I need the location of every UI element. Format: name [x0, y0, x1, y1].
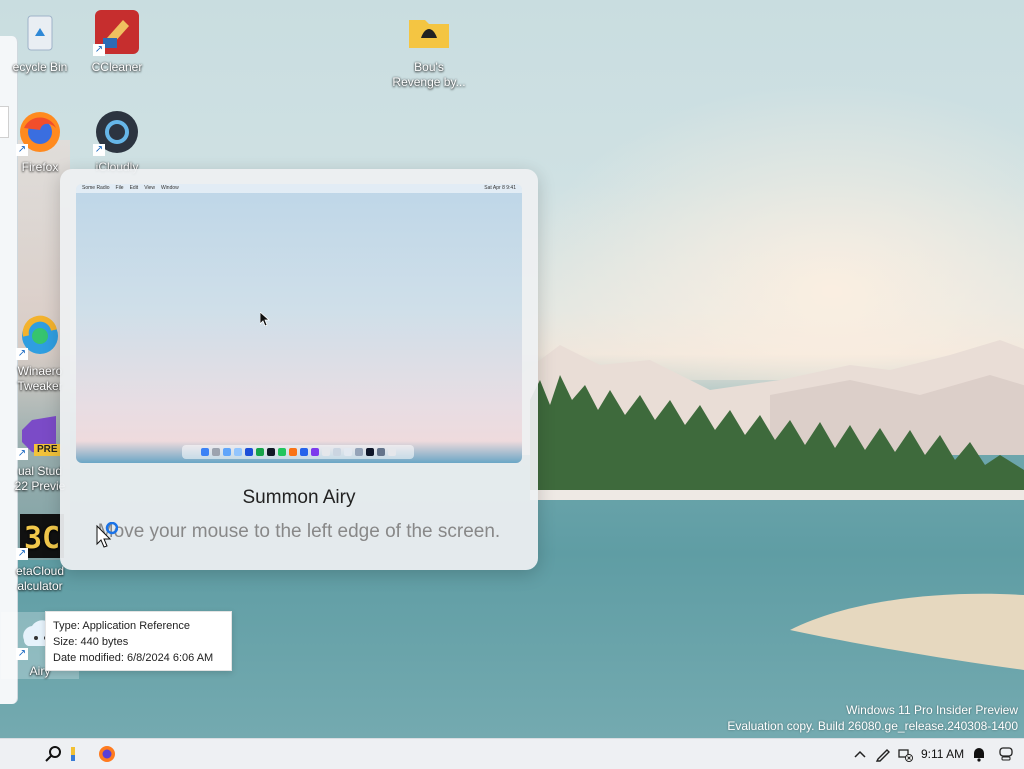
shortcut-arrow-icon: ↗	[16, 548, 28, 560]
dock-app-icon	[332, 448, 341, 456]
dock-app-icon	[266, 448, 275, 456]
summon-airy-card: Some Radio File Edit View Window Sat Apr 8 9…	[60, 169, 538, 570]
pen-menu-button[interactable]	[874, 744, 892, 764]
dock-app-icon	[354, 448, 363, 456]
network-button[interactable]	[896, 744, 914, 764]
tooltip-date: Date modified: 6/8/2024 6:06 AM	[53, 652, 214, 664]
dock-app-icon	[288, 448, 297, 456]
copilot-icon	[999, 747, 1013, 761]
shortcut-arrow-icon: ↗	[93, 44, 105, 56]
watermark-line2: Evaluation copy. Build 26080.ge_release.…	[727, 719, 1018, 733]
taskbar: 9:11 AM	[0, 738, 1024, 769]
preview-menu-item: Edit	[129, 185, 139, 191]
icon-label-line1: Bou's	[414, 60, 444, 74]
betacloud-calculator-icon: 3C ↗	[16, 512, 64, 560]
shortcut-arrow-icon: ↗	[93, 144, 105, 156]
dock-app-icon	[365, 448, 374, 456]
search-icon	[45, 746, 61, 762]
dock-app-icon	[310, 448, 319, 456]
tooltip-size: Size: 440 bytes	[53, 636, 129, 648]
notification-bell-icon	[974, 748, 984, 762]
popup-subtitle: Move your mouse to the left edge of the …	[97, 521, 501, 542]
preview-badge: PRE	[34, 444, 61, 456]
dock-app-icon	[387, 448, 396, 456]
dock-app-icon	[233, 448, 242, 456]
watermark-line1: Windows 11 Pro Insider Preview	[846, 703, 1018, 717]
popup-title: Summon Airy	[242, 487, 356, 508]
shortcut-arrow-icon: ↗	[16, 648, 28, 660]
preview-menubar-clock: Sat Apr 8 9:41	[484, 185, 516, 191]
preview-menu-item: Window	[160, 185, 179, 191]
pen-icon	[875, 749, 890, 762]
dock-app-icon	[299, 448, 308, 456]
icon-label-line2: alculator	[17, 579, 63, 593]
desktop-icon-icloudly[interactable]: ↗ iCloudly	[78, 108, 156, 175]
notifications-button[interactable]	[971, 744, 987, 764]
preview-menu-item: Some Radio	[82, 185, 110, 191]
file-explorer-icon	[71, 747, 75, 761]
desktop-icon-ccleaner[interactable]: ↗ CCleaner	[78, 8, 156, 75]
preview-menu-item: View	[144, 185, 155, 191]
desktop-icon-bous-revenge[interactable]: Bou's Revenge by...	[390, 8, 468, 90]
dock-app-icon	[211, 448, 220, 456]
dock-app-icon	[343, 448, 352, 456]
desktop-icon-firefox[interactable]: ↗ Firefox	[1, 108, 79, 175]
dock-app-icon	[321, 448, 330, 456]
shortcut-arrow-icon: ↗	[16, 448, 28, 460]
recycle-bin-icon	[16, 8, 64, 56]
shortcut-arrow-icon: ↗	[16, 144, 28, 156]
icloudly-icon: ↗	[93, 108, 141, 156]
icon-label: CCleaner	[91, 60, 143, 74]
firefox-icon	[99, 746, 115, 762]
taskbar-clock[interactable]: 9:11 AM	[921, 739, 964, 769]
desktop-icon-recycle-bin[interactable]: ecycle Bin	[1, 8, 79, 75]
tooltip-type: Type: Application Reference	[53, 620, 190, 632]
windows-watermark: Windows 11 Pro Insider Preview Evaluatio…	[727, 702, 1018, 734]
network-off-icon	[898, 749, 913, 762]
file-explorer-button[interactable]	[68, 744, 80, 764]
dock-app-icon	[244, 448, 253, 456]
folder-icon	[405, 8, 453, 56]
preview-menubar: Some Radio File Edit View Window Sat Apr 8 9…	[76, 184, 522, 193]
preview-cursor-icon	[260, 312, 270, 326]
search-button[interactable]	[44, 744, 64, 764]
dock-app-icon	[376, 448, 385, 456]
visual-studio-icon: PRE ↗	[16, 412, 64, 460]
winaero-tweaker-icon: ↗	[16, 312, 64, 360]
wallpaper-trees	[530, 360, 1024, 500]
show-hidden-icons-button[interactable]	[853, 744, 867, 764]
preview-menu-item: File	[115, 185, 124, 191]
dock-app-icon	[222, 448, 231, 456]
chevron-up-icon	[854, 750, 866, 758]
ccleaner-icon: ↗	[93, 8, 141, 56]
svg-text:3C: 3C	[24, 521, 60, 556]
file-tooltip: Type: Application Reference Size: 440 by…	[45, 611, 232, 671]
dock-app-icon	[277, 448, 286, 456]
copilot-button[interactable]	[997, 744, 1015, 764]
firefox-taskbar-button[interactable]	[96, 744, 118, 764]
wallpaper-shore	[790, 590, 1024, 680]
icon-label: ecycle Bin	[12, 60, 68, 74]
mouse-cursor-busy-icon	[96, 522, 118, 548]
dock-app-icon	[200, 448, 209, 456]
firefox-icon: ↗	[16, 108, 64, 156]
dock-app-icon	[255, 448, 264, 456]
preview-dock	[182, 445, 414, 459]
shortcut-arrow-icon: ↗	[16, 348, 28, 360]
icon-label-line2: Revenge by...	[392, 75, 466, 89]
preview-screenshot: Some Radio File Edit View Window Sat Apr 8 9…	[76, 184, 522, 463]
